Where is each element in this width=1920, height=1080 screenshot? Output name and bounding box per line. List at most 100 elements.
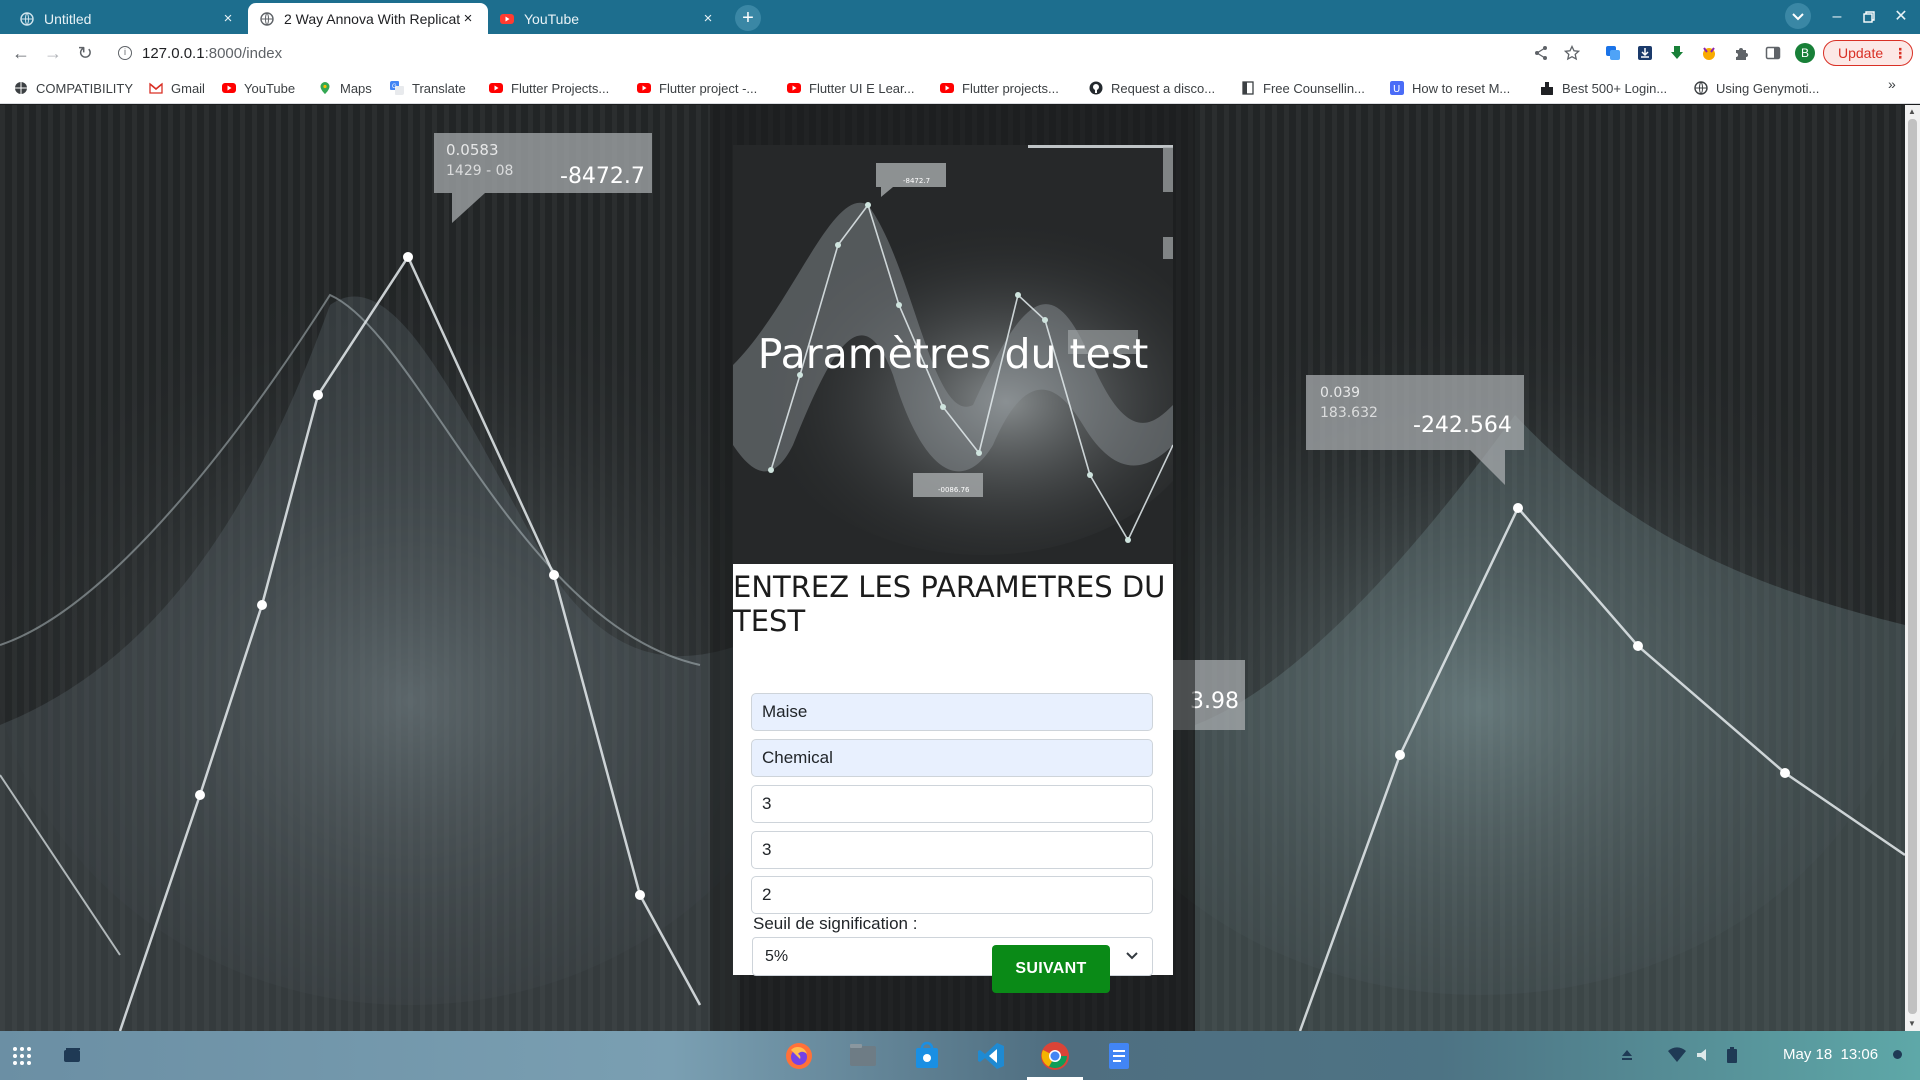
new-tab-button[interactable]: + [735, 5, 761, 31]
volume-icon[interactable] [1696, 1047, 1714, 1063]
close-icon[interactable]: × [220, 10, 236, 27]
bookmark-youtube[interactable]: YouTube [222, 78, 295, 98]
puzzle-extensions-icon[interactable] [1733, 45, 1749, 61]
form-heading: ENTREZ LES PARAMETRES DU TEST [733, 570, 1166, 638]
bookmark-maps[interactable]: Maps [318, 78, 372, 98]
download-arrow-icon[interactable] [1669, 45, 1685, 61]
levels-a-input[interactable]: 3 [751, 785, 1153, 823]
bookmark-flutter-projects-1[interactable]: Flutter Projects... [489, 78, 609, 98]
chevron-down-icon [1126, 952, 1138, 960]
restore-icon[interactable] [1855, 4, 1883, 30]
translate-extension-icon[interactable] [1605, 45, 1621, 61]
store-icon[interactable] [911, 1040, 943, 1072]
map-pin-icon [320, 82, 330, 94]
callout-left-line2: 1429 - 08 [446, 163, 513, 179]
bookmark-best-logins[interactable]: Best 500+ Login... [1540, 78, 1667, 98]
tab-youtube[interactable]: YouTube × [488, 3, 728, 34]
extension-badge-icon[interactable] [1701, 45, 1717, 61]
tab-search-button[interactable] [1785, 3, 1811, 29]
close-window-icon[interactable]: ✕ [1887, 4, 1915, 30]
bookmark-request-discount[interactable]: Request a disco... [1089, 78, 1215, 98]
callout-right-value: -242.564 [1413, 413, 1512, 438]
hero-title: Paramètres du test [757, 330, 1149, 378]
bookmark-how-to-reset[interactable]: U How to reset M... [1390, 78, 1510, 98]
hero-callout-bottom-value: -0086.76 [938, 486, 970, 494]
star-icon[interactable] [1564, 45, 1580, 61]
update-button[interactable]: Update ⋮ [1823, 40, 1913, 66]
address-url: 127.0.0.1:8000/index [142, 45, 282, 62]
levels-b-input[interactable]: 3 [751, 831, 1153, 869]
bookmark-genymotion[interactable]: Using Genymoti... [1694, 78, 1819, 98]
wifi-icon[interactable] [1668, 1047, 1686, 1063]
bookmarks-bar: COMPATIBILITY Gmail YouTube Maps G Transl… [0, 72, 1920, 104]
url-path: :8000/index [204, 44, 283, 62]
site-logo-icon: U [1390, 81, 1404, 95]
tab-untitled[interactable]: Untitled × [8, 3, 248, 34]
bookmark-gmail[interactable]: Gmail [149, 78, 205, 98]
back-icon[interactable]: ← [8, 40, 34, 66]
replications-input[interactable]: 2 [751, 876, 1153, 914]
chevron-down-icon [1792, 13, 1804, 21]
side-panel-icon[interactable] [1765, 45, 1781, 61]
reload-icon[interactable]: ↻ [72, 40, 98, 66]
bookmark-label: Translate [412, 80, 466, 96]
page-viewport: 0.0583 1429 - 08 -8472.7 0.039 183.632 -… [0, 105, 1905, 1031]
bookmark-label: Gmail [171, 80, 205, 96]
youtube-icon [940, 83, 954, 93]
youtube-icon [787, 83, 801, 93]
bookmark-flutter-project-2[interactable]: Flutter project -... [637, 78, 757, 98]
date-text: May 18 [1783, 1046, 1833, 1063]
factor-a-input[interactable]: Maise [751, 693, 1153, 731]
download-manager-icon[interactable] [1637, 45, 1653, 61]
site-info-icon[interactable]: i [118, 46, 132, 60]
scrollbar-thumb[interactable] [1908, 119, 1917, 1014]
window-overview-icon[interactable] [62, 1047, 82, 1065]
bookmark-free-counselling[interactable]: Free Counsellin... [1241, 78, 1365, 98]
profile-avatar[interactable]: B [1795, 43, 1815, 63]
gmail-icon [149, 82, 163, 94]
bookmark-label: Maps [340, 80, 372, 96]
significance-selected-value: 5% [765, 947, 789, 965]
eject-icon[interactable] [1620, 1048, 1634, 1062]
bookmarks-overflow[interactable]: » [1888, 76, 1896, 92]
globe-icon [20, 11, 34, 26]
page-scrollbar[interactable]: ▲ ▼ [1905, 105, 1920, 1031]
github-icon [1089, 81, 1103, 95]
notification-dot-icon[interactable] [1893, 1050, 1902, 1059]
callout-right-line1: 0.039 [1320, 385, 1360, 401]
more-vert-icon: ⋮ [1893, 44, 1908, 61]
battery-icon[interactable] [1726, 1046, 1738, 1064]
forward-icon[interactable]: → [40, 40, 66, 66]
tab-title: 2 Way Annova With Replicat [284, 10, 460, 27]
share-icon[interactable] [1533, 45, 1549, 61]
bookmark-flutter-ui[interactable]: Flutter UI E Lear... [787, 78, 915, 98]
tab-anova[interactable]: 2 Way Annova With Replicat × [248, 3, 488, 34]
bookmark-flutter-projects-3[interactable]: Flutter projects... [940, 78, 1059, 98]
files-icon[interactable] [847, 1040, 879, 1072]
globe-icon [15, 82, 27, 94]
app-launcher-icon[interactable] [12, 1046, 32, 1066]
youtube-icon [637, 83, 651, 93]
hero-callout-top-value: -8472.7 [903, 177, 930, 185]
firefox-icon[interactable] [783, 1040, 815, 1072]
translate-icon: G [390, 81, 404, 95]
factor-b-input[interactable]: Chemical [751, 739, 1153, 777]
scroll-up-icon[interactable]: ▲ [1908, 107, 1916, 116]
bookmark-translate[interactable]: G Translate [390, 78, 466, 98]
vscode-icon[interactable] [975, 1040, 1007, 1072]
minimize-icon[interactable]: – [1823, 4, 1851, 30]
hero-banner: -8472.7 -0086.76 Paramètres du test [733, 145, 1173, 564]
close-icon[interactable]: × [460, 10, 476, 27]
clock[interactable]: May 18 13:06 [1783, 1046, 1878, 1063]
bookmark-compatibility[interactable]: COMPATIBILITY [14, 78, 133, 98]
bookmark-label: YouTube [244, 80, 296, 96]
text-editor-icon[interactable] [1103, 1040, 1135, 1072]
next-button[interactable]: SUIVANT [992, 945, 1110, 993]
bookmark-label: Flutter UI E Lear... [809, 80, 915, 96]
scroll-down-icon[interactable]: ▼ [1908, 1019, 1916, 1028]
login-icon [1541, 82, 1553, 95]
tab-title: Untitled [44, 10, 92, 27]
chrome-icon[interactable] [1039, 1040, 1071, 1072]
close-icon[interactable]: × [700, 10, 716, 27]
address-bar[interactable]: i 127.0.0.1:8000/index [108, 38, 1576, 68]
